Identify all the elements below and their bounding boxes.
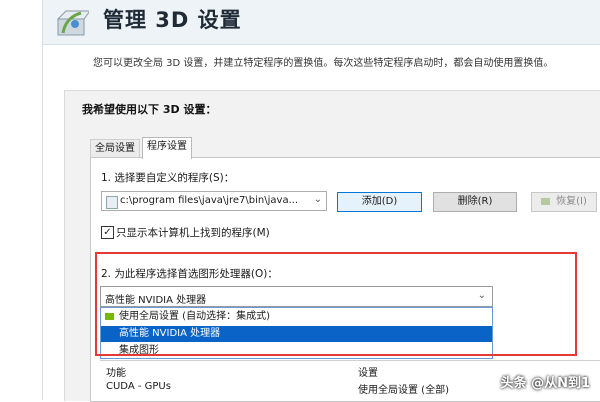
- restore-button[interactable]: 恢复(I): [531, 192, 597, 212]
- gpu-option-global[interactable]: 使用全局设置 (自动选择：集成式): [101, 309, 492, 325]
- program-file-icon: [106, 196, 118, 209]
- tab-global-settings[interactable]: 全局设置: [90, 139, 140, 158]
- page-header: 管理 3D 设置: [43, 0, 600, 45]
- gpu-dropdown-list: 使用全局设置 (自动选择：集成式) 高性能 NVIDIA 处理器 集成图形: [100, 307, 493, 359]
- gpu-option-label: 使用全局设置 (自动选择：集成式): [119, 311, 270, 322]
- select-gpu-label: 2. 为此程序选择首选图形处理器(O)：: [101, 268, 278, 280]
- watermark: 头条 @从N到1: [500, 376, 590, 391]
- restore-button-label: 恢复(I): [556, 196, 587, 207]
- tab-program-settings[interactable]: 程序设置: [142, 137, 192, 159]
- nvidia-icon: [105, 312, 114, 320]
- column-header-feature: 功能: [106, 368, 126, 379]
- 3d-settings-logo-icon: [55, 5, 91, 37]
- chevron-down-icon: ⌄: [477, 290, 486, 301]
- select-program-label: 1. 选择要自定义的程序(S)：: [101, 172, 235, 184]
- table-cell-feature[interactable]: CUDA - GPUs: [106, 381, 171, 392]
- remove-button[interactable]: 删除(R): [433, 192, 517, 212]
- column-header-setting: 设置: [358, 368, 378, 379]
- show-found-programs-label: 只显示本计算机上找到的程序(M): [116, 227, 270, 239]
- gpu-select-value: 高性能 NVIDIA 处理器: [105, 295, 207, 306]
- program-select[interactable]: c:\program files\java\jre7\bin\java... ⌄: [101, 191, 327, 211]
- gpu-option-integrated[interactable]: 集成图形: [101, 343, 492, 359]
- table-cell-setting[interactable]: 使用全局设置 (全部): [358, 381, 449, 396]
- show-found-programs-checkbox[interactable]: ✓: [101, 226, 114, 239]
- program-select-value: c:\program files\java\jre7\bin\java...: [120, 195, 299, 206]
- section-label: 我希望使用以下 3D 设置：: [82, 103, 217, 116]
- page-title: 管理 3D 设置: [103, 8, 242, 32]
- page-description: 您可以更改全局 3D 设置，并建立特定程序的置换值。每次这些特定程序启动时，都会…: [93, 58, 554, 69]
- nvidia-icon: [541, 197, 551, 205]
- left-sidebar-strip: [0, 0, 43, 400]
- chevron-down-icon: ⌄: [313, 194, 322, 205]
- add-button[interactable]: 添加(D): [337, 192, 422, 212]
- gpu-option-nvidia[interactable]: 高性能 NVIDIA 处理器: [101, 326, 492, 342]
- gpu-select[interactable]: 高性能 NVIDIA 处理器 ⌄: [100, 286, 493, 307]
